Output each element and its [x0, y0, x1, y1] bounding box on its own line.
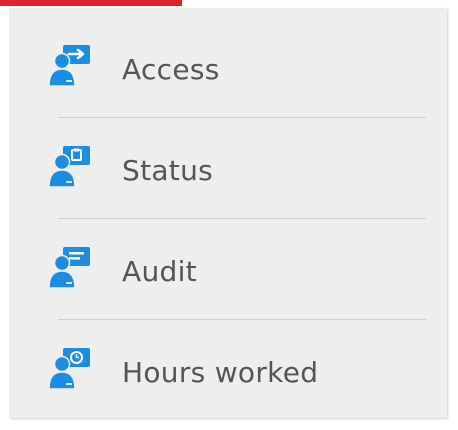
menu-item-label: Status — [122, 154, 214, 187]
menu-item-status[interactable]: Status — [9, 109, 447, 210]
user-access-arrow-icon — [48, 45, 90, 87]
dropdown-menu: Access Status Audit Hours worked — [9, 8, 447, 418]
active-tab-indicator — [0, 0, 182, 6]
user-hours-clock-icon — [48, 348, 90, 390]
dropdown-screen: Access Status Audit Hours worked — [0, 0, 458, 430]
user-status-clipboard-icon — [48, 146, 90, 188]
menu-item-hours-worked[interactable]: Hours worked — [9, 311, 447, 412]
menu-item-access[interactable]: Access — [9, 8, 447, 109]
menu-item-label: Access — [122, 53, 220, 86]
user-audit-chat-icon — [48, 247, 90, 289]
menu-item-label: Audit — [122, 255, 197, 288]
menu-item-label: Hours worked — [122, 356, 319, 389]
menu-item-audit[interactable]: Audit — [9, 210, 447, 311]
